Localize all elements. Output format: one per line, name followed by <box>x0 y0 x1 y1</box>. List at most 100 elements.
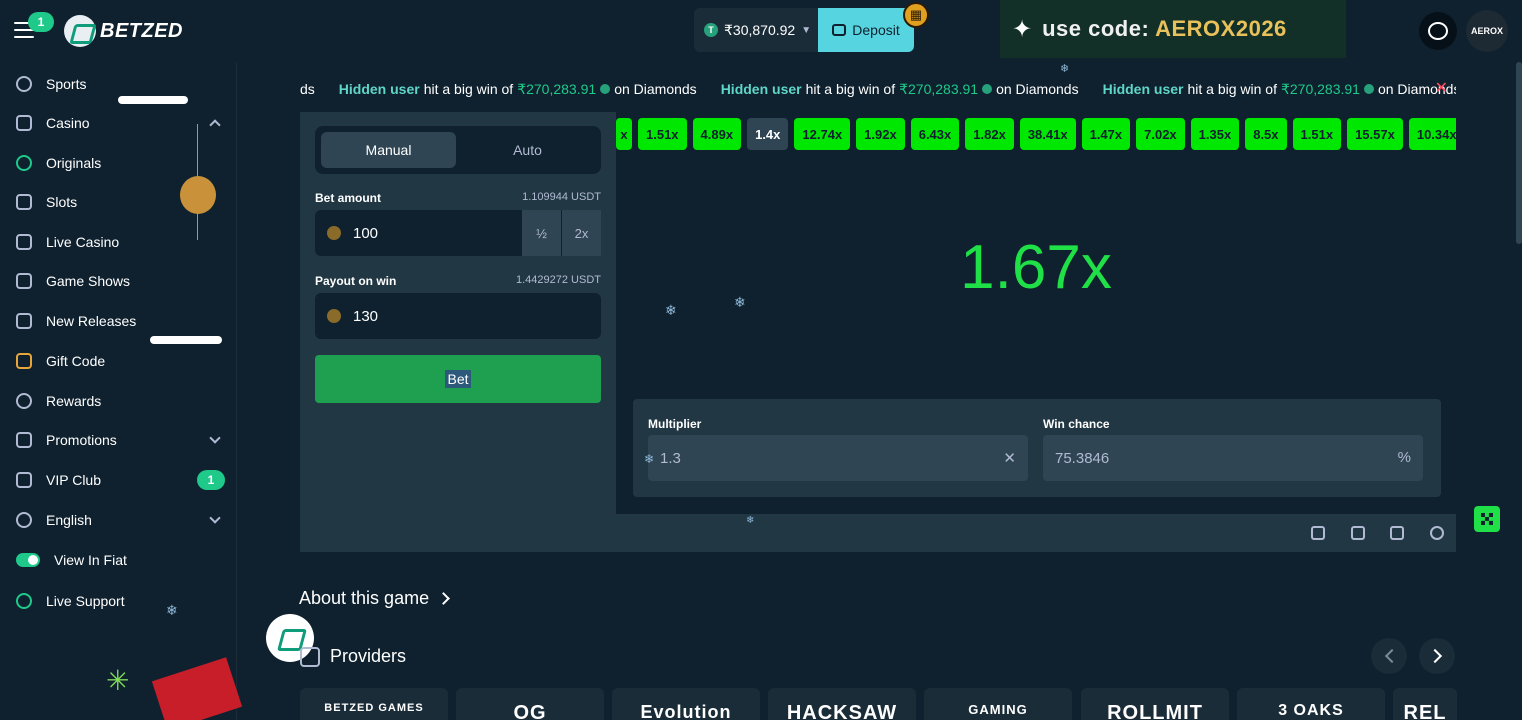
sidebar-item-new-releases[interactable]: New Releases <box>0 303 237 339</box>
sidebar-item-promotions[interactable]: Promotions <box>0 422 237 458</box>
history-chip[interactable]: 7.02x <box>1136 118 1185 150</box>
snowflake-decoration: ❄ <box>644 452 655 466</box>
providers-next-button[interactable] <box>1419 638 1455 674</box>
sidebar-item-live-casino[interactable]: Live Casino <box>0 224 237 260</box>
dice-icon[interactable] <box>1474 506 1500 532</box>
provider-card[interactable]: ROLLMIT <box>1081 688 1229 720</box>
logo-icon <box>64 15 96 47</box>
promo-banner[interactable]: ✦ use code: AEROX2026 <box>1000 0 1346 58</box>
tab-auto[interactable]: Auto <box>460 132 595 168</box>
provider-card[interactable]: HACKSAW <box>768 688 916 720</box>
history-chip[interactable]: 8.5x <box>1245 118 1287 150</box>
payout-usdt: 1.4429272 USDT <box>516 274 601 286</box>
scrollbar[interactable] <box>1516 62 1522 244</box>
sidebar-item-vip-club[interactable]: VIP Club 1 <box>0 462 237 498</box>
pencil-icon <box>16 273 32 289</box>
ticker-item: Hidden user hit a big win of ₹270,283.91 on… <box>720 80 1079 98</box>
sidebar-item-casino[interactable]: Casino <box>0 105 237 141</box>
wallet-icon <box>832 24 847 36</box>
ornament-decoration <box>180 176 216 214</box>
originals-icon <box>16 155 32 171</box>
sidebar-item-view-in-fiat[interactable]: View In Fiat <box>0 542 237 578</box>
providers-heading: Providers <box>300 646 406 667</box>
history-chip[interactable]: 1.4x <box>747 118 789 150</box>
logo[interactable]: BETZED <box>64 14 183 48</box>
game-footer <box>300 514 1456 552</box>
chevron-down-icon[interactable] <box>209 432 221 444</box>
payout-input[interactable]: 130 <box>315 293 601 339</box>
avatar[interactable]: AEROX <box>1466 10 1508 52</box>
provider-card[interactable]: GAMING <box>924 688 1072 720</box>
coin-icon <box>982 84 993 94</box>
chevron-up-icon[interactable] <box>209 119 221 131</box>
provider-card[interactable]: 3 OAKS <box>1237 688 1385 720</box>
sidebar-item-game-shows[interactable]: Game Shows <box>0 263 237 299</box>
result-history: x 1.51x 4.89x 1.4x 12.74x 1.92x 6.43x 1.82x 38.4… <box>616 118 1456 150</box>
win-ticker: ds Hidden user hit a big win of ₹270,283.9… <box>300 78 1456 100</box>
snowflake-decoration: ❄ <box>166 602 178 618</box>
sidebar-item-gift-code[interactable]: Gift Code <box>0 343 237 379</box>
win-chance-value: 75.3846 <box>1055 449 1110 467</box>
multiplier-label: Multiplier <box>648 417 702 431</box>
sidebar-item-language[interactable]: English <box>0 502 237 538</box>
bet-button[interactable]: Bet <box>315 355 601 403</box>
half-button[interactable]: ½ <box>521 210 561 256</box>
history-chip[interactable]: x <box>616 118 632 150</box>
rewards-icon <box>16 393 32 409</box>
close-icon[interactable]: ✕ <box>1435 78 1448 98</box>
double-button[interactable]: 2x <box>561 210 601 256</box>
about-this-game-link[interactable]: About this game <box>299 588 450 609</box>
close-icon[interactable]: ✕ <box>1003 449 1016 467</box>
bet-amount-label: Bet amount <box>315 191 381 205</box>
balance-selector[interactable]: T ₹30,870.92 ▼ <box>694 8 818 52</box>
multiplier-input[interactable]: 1.3 ✕ <box>648 435 1028 481</box>
mute-icon[interactable] <box>1351 526 1365 540</box>
history-chip[interactable]: 1.35x <box>1190 118 1240 150</box>
history-chip[interactable]: 1.51x <box>1292 118 1342 150</box>
providers-prev-button[interactable] <box>1371 638 1407 674</box>
sidebar-item-label: View In Fiat <box>54 552 127 568</box>
history-chip[interactable]: 1.47x <box>1081 118 1131 150</box>
provider-card[interactable]: OG <box>456 688 604 720</box>
sidebar-item-rewards[interactable]: Rewards <box>0 383 237 419</box>
sidebar-item-sports[interactable]: Sports <box>0 66 237 102</box>
bet-amount-input[interactable]: 100 ½ 2x <box>315 210 601 256</box>
history-chip[interactable]: 1.82x <box>965 118 1014 150</box>
chart-icon[interactable] <box>1390 526 1404 540</box>
provider-card[interactable]: REL <box>1393 688 1457 720</box>
deposit-button[interactable]: Deposit <box>818 8 914 52</box>
star-decoration: ✳ <box>106 665 130 696</box>
ticker-item: Hidden user hit a big win of ₹270,283.91 on… <box>338 80 697 98</box>
history-chip[interactable]: 1.92x <box>856 118 905 150</box>
snowflake-decoration: ❄ <box>665 302 677 318</box>
sidebar-item-label: Rewards <box>46 393 102 409</box>
history-chip[interactable]: 6.43x <box>910 118 960 150</box>
coin-icon <box>327 309 341 323</box>
sidebar-item-label: Game Shows <box>46 273 131 289</box>
history-chip[interactable]: 10.34x <box>1408 118 1456 150</box>
coin-icon <box>1363 84 1374 94</box>
history-chip[interactable]: 38.41x <box>1019 118 1076 150</box>
gift-icon[interactable]: ▦ <box>903 2 929 28</box>
bet-amount-value: 100 <box>353 224 379 242</box>
chat-button[interactable] <box>1419 12 1457 50</box>
trend-icon[interactable] <box>1311 526 1325 540</box>
tab-manual[interactable]: Manual <box>321 132 456 168</box>
history-chip[interactable]: 15.57x <box>1347 118 1403 150</box>
history-chip[interactable]: 12.74x <box>794 118 851 150</box>
win-chance-input[interactable]: 75.3846 % <box>1043 435 1423 481</box>
sidebar-item-label: Promotions <box>46 432 117 448</box>
win-chance-label: Win chance <box>1043 417 1110 431</box>
sidebar-item-live-support[interactable]: Live Support <box>0 583 237 619</box>
deposit-label: Deposit <box>852 22 900 38</box>
fairness-icon[interactable] <box>1430 526 1444 540</box>
provider-card[interactable]: BETZED GAMES <box>300 688 448 720</box>
sidebar-item-label: Casino <box>46 115 90 131</box>
history-chip[interactable]: 1.51x <box>638 118 687 150</box>
provider-card[interactable]: Evolution <box>612 688 760 720</box>
history-chip[interactable]: 4.89x <box>692 118 742 150</box>
fiat-toggle[interactable] <box>16 553 40 567</box>
payout-label: Payout on win <box>315 274 397 288</box>
snowflake-decoration: ❄ <box>746 515 755 526</box>
chevron-down-icon[interactable] <box>209 512 221 524</box>
